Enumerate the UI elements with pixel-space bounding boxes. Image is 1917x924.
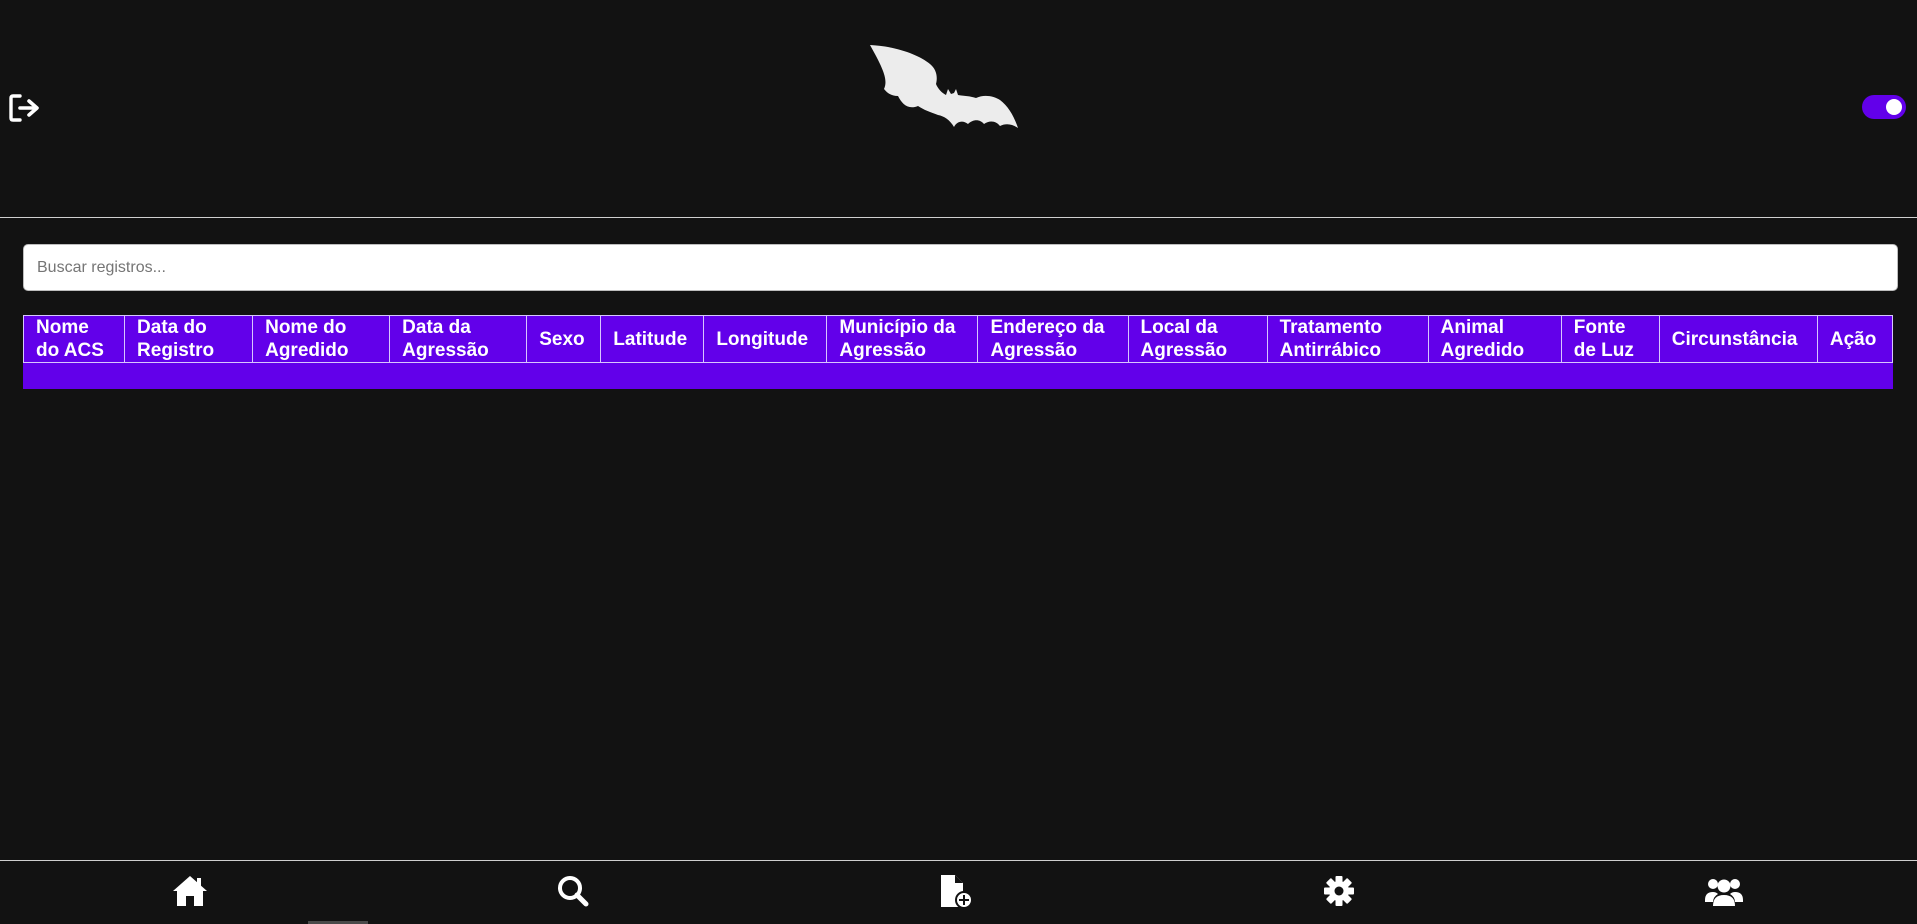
column-header-endereco-da-agressao[interactable]: Endereço da Agressão (977, 315, 1129, 363)
table-header-row: Nome do ACS Data do Registro Nome do Agr… (22, 315, 1894, 363)
column-header-nome-do-agredido[interactable]: Nome do Agredido (252, 315, 391, 363)
nav-search-button[interactable] (553, 873, 593, 913)
column-header-sexo[interactable]: Sexo (526, 315, 602, 363)
column-header-nome-do-acs[interactable]: Nome do ACS (22, 315, 126, 363)
theme-toggle[interactable] (1862, 95, 1906, 119)
bat-icon (870, 45, 1018, 128)
nav-settings-button[interactable] (1319, 873, 1359, 913)
column-header-tratamento-antirrabico[interactable]: Tratamento Antirrábico (1266, 315, 1429, 363)
column-header-acao[interactable]: Ação (1816, 315, 1894, 363)
add-document-icon (941, 875, 973, 909)
home-icon (173, 876, 207, 906)
records-table: Nome do ACS Data do Registro Nome do Agr… (22, 315, 1894, 389)
column-header-local-da-agressao[interactable]: Local da Agressão (1127, 315, 1268, 363)
search-icon (558, 876, 589, 907)
column-header-longitude[interactable]: Longitude (703, 315, 828, 363)
bat-logo (866, 40, 1038, 140)
logout-icon (9, 94, 39, 122)
users-icon (1705, 879, 1743, 906)
nav-add-record-button[interactable] (936, 873, 976, 913)
column-header-latitude[interactable]: Latitude (600, 315, 705, 363)
app-header (0, 0, 1917, 218)
column-header-circunstancia[interactable]: Circunstância (1658, 315, 1818, 363)
gear-icon (1324, 876, 1354, 906)
column-header-fonte-de-luz[interactable]: Fonte de Luz (1560, 315, 1660, 363)
column-header-data-do-registro[interactable]: Data do Registro (124, 315, 254, 363)
bottom-navigation (0, 860, 1917, 924)
column-header-municipio-da-agressao[interactable]: Município da Agressão (826, 315, 979, 363)
column-header-animal-agredido[interactable]: Animal Agredido (1427, 315, 1562, 363)
nav-users-button[interactable] (1704, 873, 1744, 913)
toggle-knob (1886, 99, 1902, 115)
table-body (24, 363, 1893, 389)
column-header-data-da-agressao[interactable]: Data da Agressão (389, 315, 528, 363)
nav-home-button[interactable] (170, 873, 210, 913)
logout-button[interactable] (8, 92, 42, 124)
search-input[interactable] (23, 244, 1898, 291)
